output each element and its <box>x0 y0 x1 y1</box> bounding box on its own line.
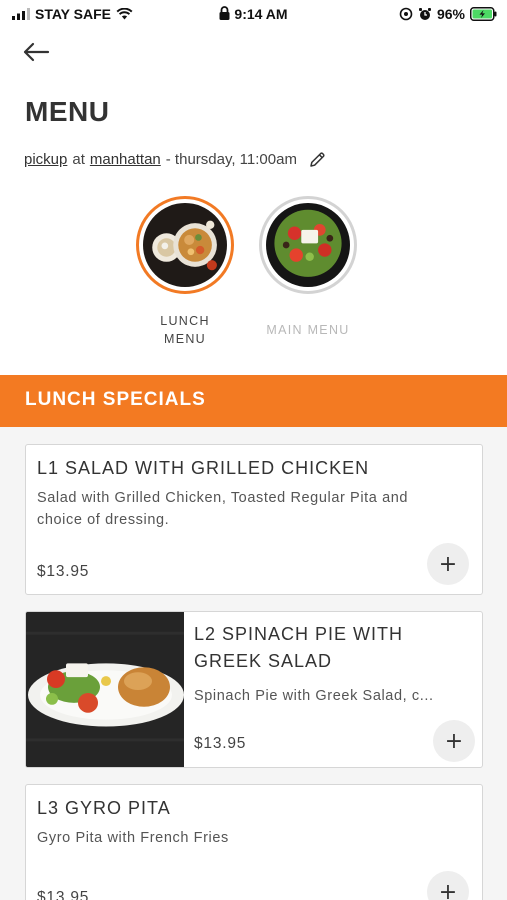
spinach-pie-plate-image <box>26 612 184 767</box>
menu-item-card[interactable]: L2 SPINACH PIE WITH GREEK SALAD Spinach … <box>25 611 483 768</box>
category-label-lunch-line2: MENU <box>163 332 206 346</box>
back-button[interactable] <box>22 38 54 66</box>
add-to-cart-button[interactable]: + <box>433 720 475 762</box>
lunch-plate-image <box>143 203 227 287</box>
item-title: L2 SPINACH PIE WITH GREEK SALAD <box>194 624 404 671</box>
page-title: MENU <box>25 96 110 127</box>
plus-icon: + <box>444 728 464 754</box>
item-description: Salad with Grilled Chicken, Toasted Regu… <box>37 490 409 528</box>
salad-bowl-image <box>266 203 350 287</box>
category-label-main-line1: MAIN MENU <box>266 323 350 337</box>
category-label-lunch: LUNCH MENU <box>130 312 240 348</box>
item-description: Spinach Pie with Greek Salad, c... <box>194 688 434 704</box>
location-link[interactable]: manhattan <box>90 151 161 168</box>
add-to-cart-button[interactable]: + <box>427 871 469 900</box>
menu-item-card[interactable]: L3 GYRO PITA Gyro Pita with French Fries… <box>25 784 483 900</box>
lock-icon <box>219 6 230 20</box>
plus-icon: + <box>438 551 458 577</box>
item-title: L1 SALAD WITH GRILLED CHICKEN <box>37 458 370 478</box>
item-image <box>26 612 184 767</box>
item-price: $13.95 <box>37 563 90 580</box>
alarm-icon <box>418 8 431 20</box>
status-right: 96% <box>399 6 497 22</box>
section-title: LUNCH SPECIALS <box>25 389 206 410</box>
edit-order-button[interactable] <box>309 151 326 168</box>
category-selector: LUNCH MENU MAIN MENU <box>0 196 507 356</box>
battery-icon <box>470 7 497 21</box>
item-description: Gyro Pita with French Fries <box>37 830 229 846</box>
schedule-text: - thursday, 11:00am <box>165 151 297 168</box>
item-price: $13.95 <box>37 889 90 900</box>
category-image-main <box>259 196 357 294</box>
order-info: pickup at manhattan - thursday, 11:00am <box>24 151 326 168</box>
item-title: L3 GYRO PITA <box>37 798 171 818</box>
category-lunch-menu[interactable]: LUNCH MENU <box>130 196 240 348</box>
item-price: $13.95 <box>194 735 247 752</box>
category-main-menu[interactable]: MAIN MENU <box>253 196 363 339</box>
category-image-lunch <box>136 196 234 294</box>
back-arrow-icon <box>23 42 50 62</box>
menu-item-list: L1 SALAD WITH GRILLED CHICKEN Salad with… <box>0 427 507 900</box>
category-label-lunch-line1: LUNCH <box>160 314 210 328</box>
time-label: 9:14 AM <box>234 6 288 22</box>
menu-item-card[interactable]: L1 SALAD WITH GRILLED CHICKEN Salad with… <box>25 444 483 595</box>
at-text: at <box>72 151 85 168</box>
plus-icon: + <box>438 879 458 900</box>
category-label-main: MAIN MENU <box>253 321 363 339</box>
pencil-icon <box>310 152 325 167</box>
orientation-lock-icon <box>399 7 413 21</box>
section-header: LUNCH SPECIALS <box>0 375 507 427</box>
battery-percent: 96% <box>436 6 465 22</box>
status-bar: STAY SAFE 9:14 AM 96% <box>0 0 507 30</box>
pickup-mode-link[interactable]: pickup <box>24 151 67 168</box>
add-to-cart-button[interactable]: + <box>427 543 469 585</box>
